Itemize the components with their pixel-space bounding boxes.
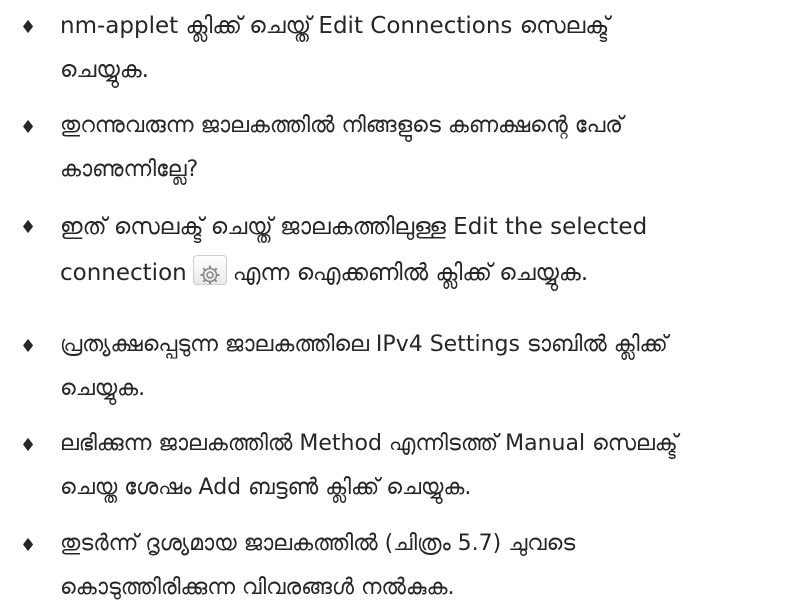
item-line: കാണുന്നില്ലേ? <box>60 157 199 182</box>
item-text: nm-applet ക്ലിക്ക് ചെയ്ത് Edit Connectio… <box>60 4 784 92</box>
item-line: ഇത് സെലക്ട് ചെയ്ത് ജാലകത്തിലുള്ള Edit th… <box>60 214 648 240</box>
item-line: ചെയ്യുക. <box>60 57 149 83</box>
item-line-part: connection <box>60 260 187 286</box>
item-line: കൊടുത്തിരിക്കുന്ന വിവരങ്ങൾ നൽകുക. <box>60 575 455 600</box>
item-line: ലഭിക്കുന്ന ജാലകത്തിൽ Method എന്നിടത്ത് M… <box>60 431 678 456</box>
bullet-icon: ♦ <box>20 535 37 556</box>
item-line-part: എന്ന ഐക്കണിൽ ക്ലിക്ക് ചെയ്യുക. <box>232 260 589 286</box>
item-line: ചെയ്യുക. <box>60 376 146 401</box>
item-text: തുറന്നുവരുന്ന ജാലകത്തിൽ നിങ്ങളുടെ കണക്ഷന… <box>60 104 784 192</box>
item-text: ലഭിക്കുന്ന ജാലകത്തിൽ Method എന്നിടത്ത് M… <box>60 422 784 510</box>
item-text: പ്രത്യക്ഷപ്പെടുന്ന ജാലകത്തിലെ IPv4 Setti… <box>60 323 784 411</box>
item-line: nm-applet ക്ലിക്ക് ചെയ്ത് Edit Connectio… <box>60 13 610 39</box>
bullet-icon: ♦ <box>20 336 37 357</box>
item-line: തുറന്നുവരുന്ന ജാലകത്തിൽ നിങ്ങളുടെ കണക്ഷന… <box>60 113 624 138</box>
item-line: പ്രത്യക്ഷപ്പെടുന്ന ജാലകത്തിലെ IPv4 Setti… <box>60 332 668 357</box>
bullet-icon: ♦ <box>20 217 37 238</box>
item-line: connection എന്ന ഐക്കണിൽ ക്ലിക്ക് ചെയ്യുക… <box>60 250 784 296</box>
bullet-icon: ♦ <box>20 117 37 138</box>
item-line: ചെയ്ത ശേഷം Add ബട്ടൺ ക്ലിക്ക് ചെയ്യുക. <box>60 475 472 500</box>
gear-icon <box>192 255 227 285</box>
bullet-icon: ♦ <box>20 435 37 456</box>
instruction-page: ♦ nm-applet ക്ലിക്ക് ചെയ്ത് Edit Connect… <box>0 0 802 600</box>
item-text: ഇത് സെലക്ട് ചെയ്ത് ജാലകത്തിലുള്ള Edit th… <box>60 204 784 296</box>
item-line: തുടർന്ന് ദൃശ്യമായ ജാലകത്തിൽ (ചിത്രം 5.7)… <box>60 531 576 556</box>
bullet-icon: ♦ <box>20 17 37 38</box>
